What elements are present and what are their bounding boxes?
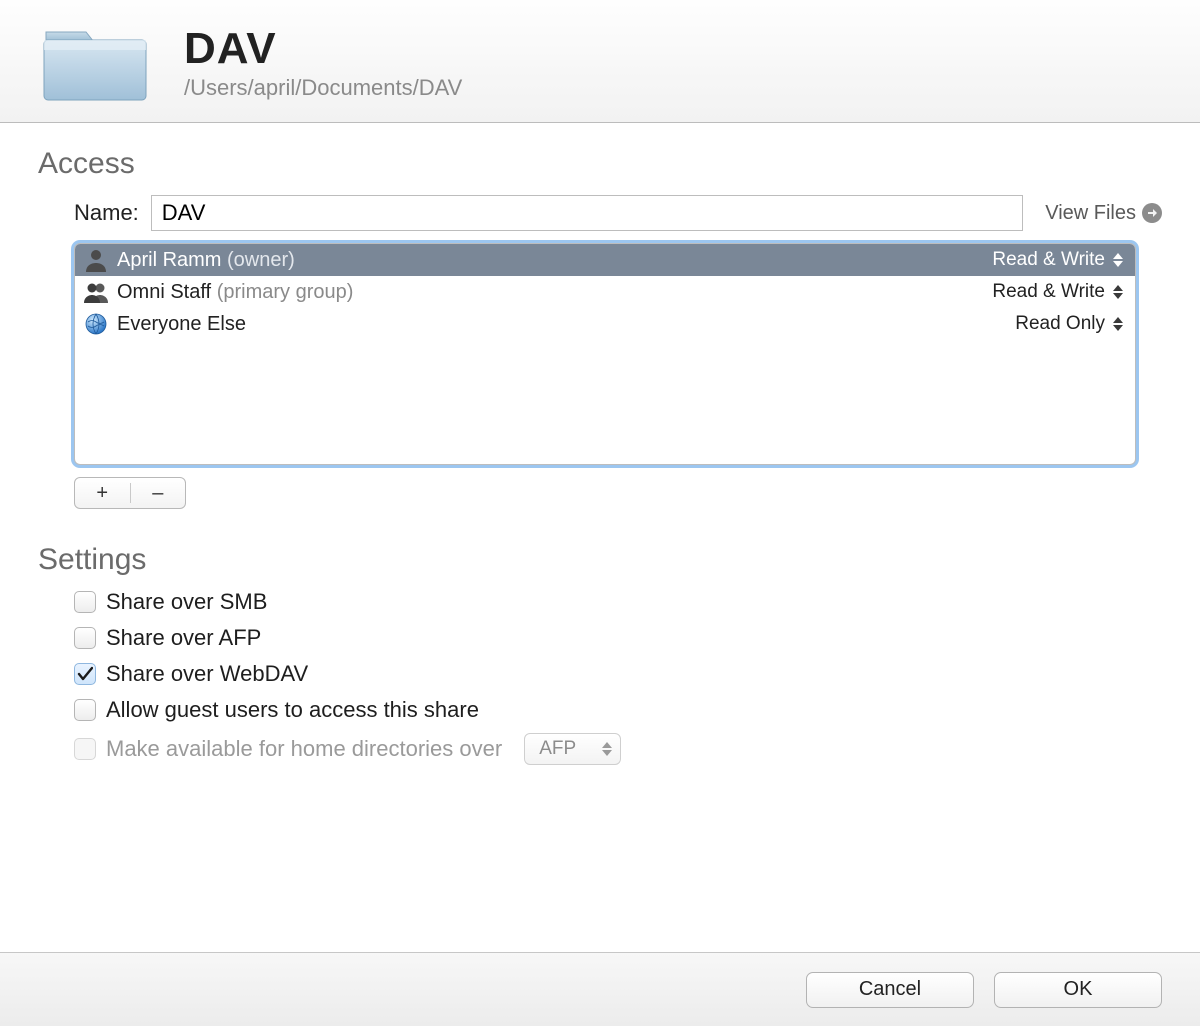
acl-list[interactable]: April Ramm (owner) Read & Write Omni Sta…	[74, 243, 1136, 465]
ok-button[interactable]: OK	[994, 972, 1162, 1008]
add-remove-control: + –	[74, 477, 186, 509]
name-input[interactable]	[151, 195, 1023, 231]
remove-button[interactable]: –	[131, 478, 186, 508]
checkbox	[74, 738, 96, 760]
arrow-right-icon	[1142, 203, 1162, 223]
name-label: Name:	[74, 200, 139, 226]
folder-icon	[40, 18, 150, 108]
acl-row-owner[interactable]: April Ramm (owner) Read & Write	[75, 244, 1135, 276]
opt-share-webdav[interactable]: Share over WebDAV	[74, 661, 1162, 687]
footer: Cancel OK	[0, 952, 1200, 1026]
stepper-icon	[602, 738, 614, 760]
acl-row-everyone[interactable]: Everyone Else Read Only	[75, 308, 1135, 340]
acl-name: April Ramm (owner)	[117, 249, 992, 272]
access-heading: Access	[38, 147, 1162, 181]
checkbox[interactable]	[74, 627, 96, 649]
header-text: DAV /Users/april/Documents/DAV	[184, 25, 462, 101]
stepper-icon	[1113, 281, 1125, 303]
acl-permission-select[interactable]: Read & Write	[992, 249, 1125, 271]
settings-heading: Settings	[38, 543, 1162, 577]
globe-icon	[83, 311, 109, 337]
settings-options: Share over SMB Share over AFP Share over…	[74, 589, 1162, 765]
acl-row-group[interactable]: Omni Staff (primary group) Read & Write	[75, 276, 1135, 308]
stepper-icon	[1113, 249, 1125, 271]
opt-home-directories: Make available for home directories over…	[74, 733, 1162, 765]
opt-label: Share over AFP	[106, 625, 261, 651]
cancel-button[interactable]: Cancel	[806, 972, 974, 1008]
opt-label: Allow guest users to access this share	[106, 697, 479, 723]
stepper-icon	[1113, 313, 1125, 335]
header: DAV /Users/april/Documents/DAV	[0, 0, 1200, 123]
opt-label: Share over WebDAV	[106, 661, 308, 687]
checkbox[interactable]	[74, 699, 96, 721]
opt-share-afp[interactable]: Share over AFP	[74, 625, 1162, 651]
opt-allow-guest[interactable]: Allow guest users to access this share	[74, 697, 1162, 723]
settings-section: Settings Share over SMB Share over AFP S…	[38, 543, 1162, 765]
acl-permission-select[interactable]: Read Only	[1015, 313, 1125, 335]
folder-title: DAV	[184, 25, 462, 73]
folder-path: /Users/april/Documents/DAV	[184, 75, 462, 101]
checkbox[interactable]	[74, 663, 96, 685]
home-dir-protocol-select: AFP	[524, 733, 621, 765]
content: Access Name: View Files April Ramm (owne…	[0, 123, 1200, 765]
opt-label: Share over SMB	[106, 589, 267, 615]
view-files-label: View Files	[1045, 202, 1136, 225]
add-button[interactable]: +	[75, 478, 130, 508]
group-icon	[83, 279, 109, 305]
view-files-link[interactable]: View Files	[1035, 202, 1162, 225]
user-icon	[83, 247, 109, 273]
acl-name: Omni Staff (primary group)	[117, 281, 992, 304]
opt-label: Make available for home directories over	[106, 736, 502, 762]
acl-name: Everyone Else	[117, 313, 1015, 336]
checkbox[interactable]	[74, 591, 96, 613]
acl-permission-select[interactable]: Read & Write	[992, 281, 1125, 303]
name-row: Name: View Files	[74, 195, 1162, 231]
opt-share-smb[interactable]: Share over SMB	[74, 589, 1162, 615]
